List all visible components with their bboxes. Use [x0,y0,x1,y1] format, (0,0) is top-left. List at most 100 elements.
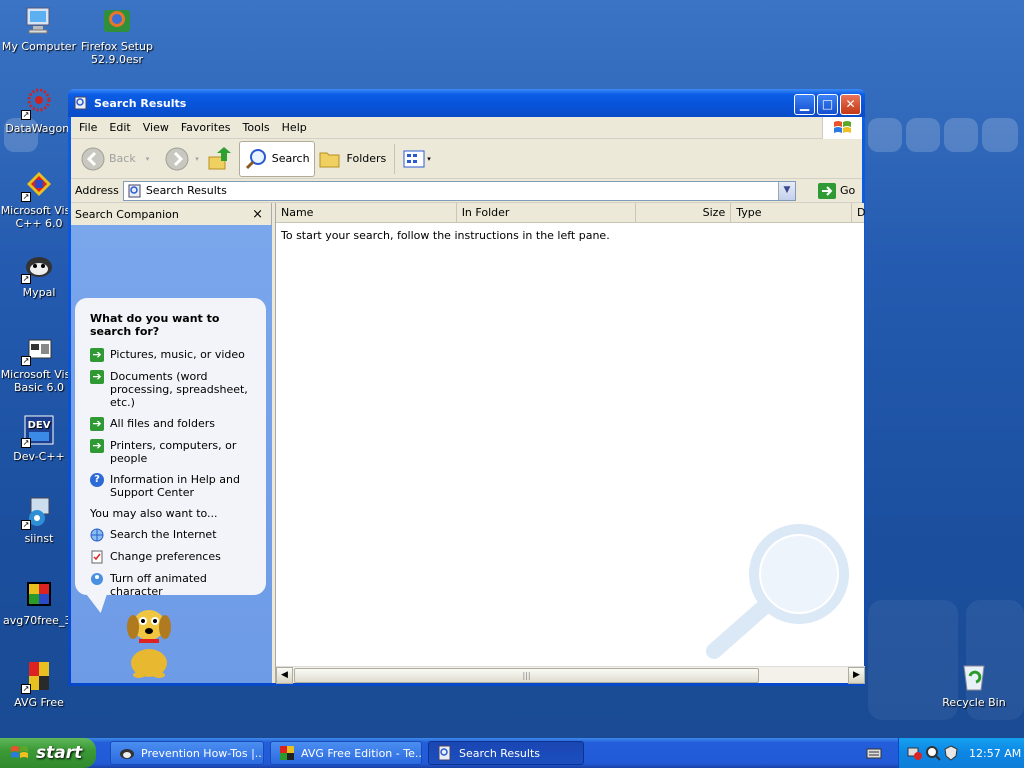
option-label: Search the Internet [110,528,217,541]
go-button[interactable]: Go [818,182,858,199]
desktop-icon-label: DataWagon. [5,122,73,135]
address-bar: Address Search Results ▼ Go [71,179,862,203]
window-title: Search Results [94,96,187,110]
desktop-icon-label: AVG Free [14,696,64,709]
desktop-icon-label: My Computer [1,40,77,53]
windows-logo-icon [822,117,862,139]
keyboard-icon[interactable] [866,747,882,759]
search-tray-icon[interactable] [925,745,941,761]
search-options-bubble: What do you want to search for? ➔ Picture… [75,298,266,613]
option-documents[interactable]: ➔ Documents (word processing, spreadsheet… [90,370,254,409]
desktop-icon-avg70free[interactable]: avg70free_3. [0,578,78,627]
menu-help[interactable]: Help [276,121,313,134]
start-button[interactable]: start [0,738,96,768]
search-icon [245,148,266,169]
horizontal-scrollbar[interactable]: ◀ ||| ▶ [276,666,865,684]
maximize-button[interactable]: □ [817,94,838,115]
option-all-files[interactable]: ➔ All files and folders [90,417,254,431]
search-button[interactable]: Search [238,140,315,177]
search-dog-icon[interactable] [119,603,181,679]
desktop-icon-my-computer[interactable]: My Computer [0,4,78,53]
menu-file[interactable]: File [73,121,103,134]
menu-edit[interactable]: Edit [103,121,136,134]
option-turn-off-character[interactable]: Turn off animated character [90,572,254,598]
system-tray: 12:57 AM [898,738,1024,768]
clock[interactable]: 12:57 AM [969,747,1021,760]
back-button[interactable]: Back ▾ [77,141,153,177]
column-type[interactable]: Type [731,203,853,223]
views-icon [403,150,425,167]
mypal-icon: ↗ [21,250,55,284]
up-folder-button[interactable] [203,141,235,177]
address-input[interactable]: Search Results ▼ [122,180,796,201]
desktop-icon-label: Microsoft Visu C++ 6.0 [0,204,78,230]
windows-flag-icon [11,746,28,758]
desktop-icon-firefox-setup[interactable]: Firefox Setup 52.9.0esr [78,4,156,66]
close-button[interactable]: ✕ [840,94,861,115]
forward-button[interactable]: ▾ [161,141,203,177]
chevron-left-icon: ◀ [281,670,288,680]
up-folder-icon [208,146,231,169]
column-name[interactable]: Name [276,203,457,223]
desktop-icon-siinst[interactable]: ↗ siinst [0,496,78,545]
address-dropdown-button[interactable]: ▼ [778,181,795,200]
forward-arrow-icon [165,147,189,170]
visual-cpp-icon: ↗ [21,168,55,202]
desktop-icon-recycle-bin[interactable]: Recycle Bin [935,660,1013,709]
desktop-icon-label: Recycle Bin [942,696,1006,709]
close-icon: ✕ [845,97,856,111]
datawagon-icon: ↗ [21,86,55,120]
magnifier-watermark-icon [706,524,849,659]
scroll-right-button[interactable]: ▶ [848,667,865,684]
desktop-icon-label: avg70free_3. [3,614,75,627]
option-label: Turn off animated character [110,572,207,598]
desktop-icon-vb6[interactable]: ↗ Microsoft Visu Basic 6.0 [0,332,78,394]
column-date[interactable]: D [852,203,865,223]
column-in-folder[interactable]: In Folder [457,203,637,223]
option-search-internet[interactable]: Search the Internet [90,528,254,542]
chevron-down-icon: ▼ [783,184,791,195]
desktop-icon-label: Firefox Setup 52.9.0esr [81,40,153,66]
preferences-icon [91,550,103,564]
option-pictures[interactable]: ➔ Pictures, music, or video [90,348,254,362]
avg-icon: ↗ [21,660,55,694]
desktop-icon-avg-free[interactable]: ↗ AVG Free [0,660,78,709]
task-avg[interactable]: AVG Free Edition - Te... [270,741,422,765]
help-icon: ? [90,473,104,487]
option-change-preferences[interactable]: Change preferences [90,550,254,564]
svg-text:DEV: DEV [28,420,51,431]
desktop-icon-label: siinst [24,532,54,545]
column-size[interactable]: Size [636,203,732,223]
desktop-icon-datawagon[interactable]: ↗ DataWagon. [0,86,78,135]
desktop-icon-msvc[interactable]: ↗ Microsoft Visu C++ 6.0 [0,168,78,230]
option-label: Documents (word processing, spreadsheet,… [110,370,248,409]
views-button[interactable]: ▾ [399,141,435,177]
folders-button[interactable]: Folders [315,141,391,177]
desktop-icon-mypal[interactable]: ↗ Mypal [0,250,78,299]
green-arrow-icon: ➔ [90,439,104,453]
mypal-icon [120,749,134,759]
task-search-results[interactable]: Search Results [428,741,584,765]
menu-tools[interactable]: Tools [237,121,276,134]
toolbar-separator [394,143,396,174]
search-window-icon [74,96,87,110]
desktop-icon-devcpp[interactable]: DEV ↗ Dev-C++ [0,414,78,463]
views-dropdown-icon: ▾ [427,154,431,163]
option-printers[interactable]: ➔ Printers, computers, or people [90,439,254,465]
menu-favorites[interactable]: Favorites [175,121,237,134]
shield-icon[interactable] [943,745,959,761]
scroll-left-button[interactable]: ◀ [276,667,293,684]
close-pane-button[interactable]: × [252,207,263,222]
minimize-button[interactable]: ▁ [794,94,815,115]
task-prevention[interactable]: Prevention How-Tos |... [110,741,264,765]
also-label: You may also want to... [90,507,218,520]
option-help-center[interactable]: ? Information in Help and Support Center [90,473,254,499]
menu-view[interactable]: View [137,121,175,134]
network-icon[interactable] [907,745,923,761]
taskbar: start Prevention How-Tos |... AVG Free E… [0,738,1024,768]
scroll-thumb[interactable]: ||| [294,668,759,683]
back-dropdown-icon: ▾ [145,154,150,163]
maximize-icon: □ [821,97,834,111]
title-bar[interactable]: Search Results ▁ □ ✕ [68,89,865,117]
address-label: Address [75,184,119,197]
